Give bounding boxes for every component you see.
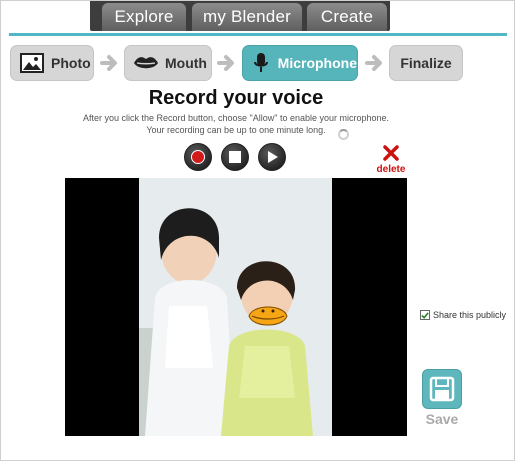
record-icon [191, 150, 205, 164]
instruction-line: After you click the Record button, choos… [82, 113, 390, 123]
microphone-icon [251, 52, 272, 74]
step-label: Microphone [277, 55, 357, 71]
step-photo[interactable]: Photo [10, 45, 94, 81]
save-button[interactable]: Save [420, 369, 464, 427]
step-label: Mouth [165, 55, 207, 71]
lips-icon [133, 52, 159, 74]
page-title: Record your voice [148, 87, 324, 109]
delete-button[interactable]: delete [373, 145, 409, 175]
stop-button[interactable] [221, 143, 249, 171]
delete-label: delete [376, 164, 406, 175]
step-mouth[interactable]: Mouth [124, 45, 212, 81]
step-microphone[interactable]: Microphone [242, 45, 358, 81]
arrow-right-icon [217, 55, 234, 71]
photo-image [139, 178, 332, 436]
share-label: Share this publicly [433, 310, 507, 320]
save-icon-box [422, 369, 462, 409]
checkmark-icon [421, 311, 429, 319]
save-label: Save [425, 411, 459, 427]
record-button[interactable] [184, 143, 212, 171]
image-icon [19, 52, 45, 74]
close-x-icon [383, 145, 399, 161]
loading-spinner-icon [338, 129, 349, 140]
photo-preview [65, 178, 407, 436]
stop-icon [229, 151, 241, 163]
play-button[interactable] [258, 143, 286, 171]
play-icon [268, 151, 278, 163]
arrow-right-icon [100, 55, 117, 71]
instruction-line: Your recording can be up to one minute l… [146, 125, 326, 135]
share-publicly-option[interactable]: Share this publicly [420, 310, 506, 320]
floppy-disk-icon [429, 376, 455, 402]
nav-divider [9, 33, 507, 36]
arrow-right-icon [365, 55, 382, 71]
app-frame: Explore my Blender Create Photo Mouth Mi… [0, 0, 515, 461]
step-finalize[interactable]: Finalize [389, 45, 463, 81]
instructions: After you click the Record button, choos… [1, 112, 471, 136]
top-navigation: Explore my Blender Create [2, 1, 513, 35]
step-label: Finalize [400, 55, 452, 71]
share-checkbox[interactable] [420, 310, 430, 320]
tab-explore[interactable]: Explore [102, 3, 186, 31]
tab-my-blender[interactable]: my Blender [192, 3, 302, 31]
tab-create[interactable]: Create [307, 3, 387, 31]
step-label: Photo [51, 55, 91, 71]
